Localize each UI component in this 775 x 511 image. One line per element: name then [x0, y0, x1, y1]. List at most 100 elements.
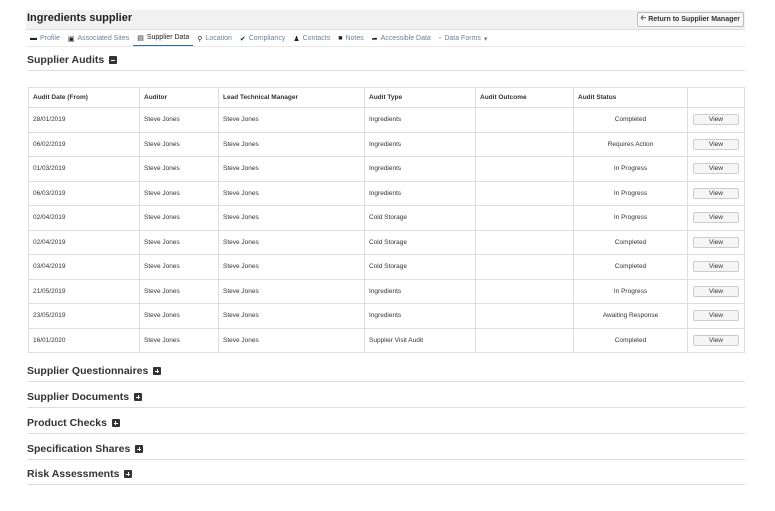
tab-supplier-data[interactable]: ▤ Supplier Data [133, 31, 194, 47]
audit-type-cell: Ingredients [364, 303, 476, 329]
supplier-documents-header[interactable]: Supplier Documents [27, 387, 745, 408]
auditor-cell: Steve Jones [139, 327, 219, 353]
audit-outcome-cell [475, 229, 574, 255]
tab-label: Profile [40, 35, 60, 42]
tab-compliancy[interactable]: ✔ Compliancy [236, 32, 289, 46]
view-button[interactable]: View [693, 310, 739, 322]
audit-date-cell: 16/01/2020 [28, 327, 140, 353]
auditor-cell: Steve Jones [139, 205, 219, 231]
tab-label: Location [205, 35, 232, 42]
check-icon: ✔ [239, 35, 246, 43]
expand-icon[interactable] [124, 470, 133, 478]
actions-cell: View [687, 205, 745, 231]
expand-icon[interactable] [134, 393, 143, 401]
page-header: Ingredients supplier 🡠 Return to Supplie… [26, 10, 745, 30]
view-button[interactable]: View [693, 138, 739, 150]
audit-date-cell: 02/04/2019 [28, 205, 140, 231]
column-header [687, 87, 745, 108]
view-button[interactable]: View [693, 163, 739, 175]
expand-icon[interactable] [135, 445, 144, 453]
collapse-icon[interactable] [109, 56, 118, 64]
audit-status-cell: In Progress [573, 205, 688, 231]
tab-nav: ▬ Profile ▣ Associated Sites ▤ Supplier Dat… [26, 31, 745, 47]
auditor-cell: Steve Jones [139, 303, 219, 329]
audit-date-cell: 06/02/2019 [28, 131, 140, 157]
page-title: Ingredients supplier [27, 12, 133, 24]
view-button[interactable]: View [693, 212, 739, 224]
audit-date-cell: 01/03/2019 [28, 156, 140, 182]
audit-outcome-cell [475, 303, 574, 329]
audit-type-cell: Supplier Visit Audit [364, 327, 476, 353]
view-button[interactable]: View [693, 114, 739, 126]
table-header-row: Audit Date (From) Auditor Lead Technical… [28, 87, 745, 108]
tab-label: Notes [345, 35, 364, 42]
actions-cell: View [687, 180, 745, 206]
tab-label: Data Forms [444, 35, 481, 42]
supplier-questionnaires-header[interactable]: Supplier Questionnaires [27, 361, 745, 382]
section-title: Supplier Audits [27, 54, 105, 66]
audit-status-cell: Completed [573, 254, 688, 280]
id-card-icon: ▬ [30, 35, 37, 42]
actions-cell: View [687, 229, 745, 255]
column-header: Audit Status [573, 87, 688, 108]
tab-contacts[interactable]: ♟ Contacts [289, 32, 334, 46]
product-checks-header[interactable]: Product Checks [27, 413, 745, 434]
tab-data-forms[interactable]: ▫ Data Forms ▾ [435, 32, 492, 46]
audit-outcome-cell [475, 205, 574, 231]
tab-location[interactable]: ⚲ Location [193, 32, 236, 46]
lead-technical-manager-cell: Steve Jones [218, 131, 365, 157]
audit-status-cell: Completed [573, 327, 688, 353]
actions-cell: View [687, 107, 745, 133]
view-button[interactable]: View [693, 261, 739, 273]
audit-date-cell: 06/03/2019 [28, 180, 140, 206]
tab-label: Supplier Data [146, 34, 190, 41]
supplier-audits-header[interactable]: Supplier Audits [27, 50, 745, 71]
tab-associated-sites[interactable]: ▣ Associated Sites [64, 32, 133, 46]
section-title: Supplier Questionnaires [27, 365, 149, 377]
table-row: 01/03/2019 Steve Jones Steve Jones Ingredie… [28, 156, 745, 182]
map-marker-icon: ⚲ [197, 35, 203, 43]
actions-cell: View [687, 327, 745, 353]
audit-outcome-cell [475, 180, 574, 206]
lead-technical-manager-cell: Steve Jones [218, 254, 365, 280]
audit-date-cell: 21/05/2019 [28, 278, 140, 304]
audit-outcome-cell [475, 254, 574, 280]
view-button[interactable]: View [693, 236, 739, 248]
view-button[interactable]: View [693, 285, 739, 297]
list-alt-icon: ▤ [137, 34, 144, 42]
audit-status-cell: Completed [573, 229, 688, 255]
column-header: Auditor [139, 87, 219, 108]
section-title: Risk Assessments [27, 468, 120, 480]
audit-status-cell: Completed [573, 107, 688, 133]
audit-type-cell: Cold Storage [364, 229, 476, 255]
expand-icon[interactable] [153, 367, 162, 375]
arrow-left-icon: 🡠 [640, 15, 647, 22]
column-header: Audit Date (From) [28, 87, 140, 108]
nav-divider [26, 46, 745, 47]
audit-status-cell: Requires Action [573, 131, 688, 157]
building-icon: ▣ [67, 35, 75, 43]
return-to-supplier-manager-button[interactable]: 🡠 Return to Supplier Manager [636, 12, 744, 27]
table-row: 02/04/2019 Steve Jones Steve Jones Cold Sto… [28, 205, 745, 231]
actions-cell: View [687, 254, 745, 280]
tab-profile[interactable]: ▬ Profile [26, 32, 64, 46]
column-header: Audit Outcome [475, 87, 574, 108]
audits-table: Audit Date (From) Auditor Lead Technical… [28, 87, 745, 353]
expand-icon[interactable] [111, 419, 120, 427]
risk-assessments-header[interactable]: Risk Assessments [27, 464, 745, 485]
lead-technical-manager-cell: Steve Jones [218, 156, 365, 182]
specification-shares-header[interactable]: Specification Shares [27, 439, 745, 460]
audit-date-cell: 23/05/2019 [28, 303, 140, 329]
lead-technical-manager-cell: Steve Jones [218, 278, 365, 304]
tab-notes[interactable]: ■ Notes [334, 32, 368, 46]
view-button[interactable]: View [693, 187, 739, 199]
auditor-cell: Steve Jones [139, 180, 219, 206]
audit-type-cell: Ingredients [364, 107, 476, 133]
tab-accessible-data[interactable]: ➦ Accessible Data [368, 32, 435, 46]
auditor-cell: Steve Jones [139, 107, 219, 133]
view-button[interactable]: View [693, 334, 739, 346]
lead-technical-manager-cell: Steve Jones [218, 303, 365, 329]
share-icon: ➦ [371, 35, 378, 43]
auditor-cell: Steve Jones [139, 156, 219, 182]
auditor-cell: Steve Jones [139, 131, 219, 157]
